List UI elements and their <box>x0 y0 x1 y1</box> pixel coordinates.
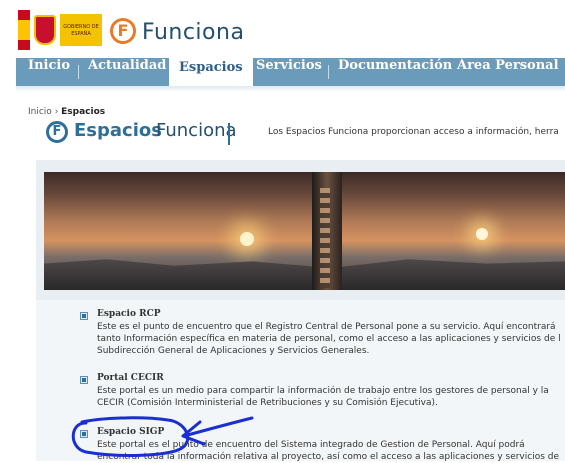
site-brand[interactable]: Funciona <box>142 20 244 45</box>
description-line: Este portal es el punto de encuentro del… <box>97 440 525 450</box>
description-line: encontrar toda la información relativa a… <box>97 452 560 462</box>
column-silhouette <box>312 172 342 290</box>
description-line: Este portal es un medio para compartir l… <box>97 386 549 396</box>
sunset-banner-image <box>44 172 565 290</box>
description: Este es el punto de encuentro que el Reg… <box>97 321 565 357</box>
description-line: tanto Información específica en materia … <box>97 334 561 344</box>
description-line: CECIR (Comisión Interministerial de Retr… <box>97 398 438 408</box>
spaces-list: Espacio RCP Este es el punto de encuentr… <box>36 300 565 463</box>
main-nav: Inicio Actualidad Espacios Servicios Doc… <box>16 57 565 90</box>
funciona-logo-icon[interactable]: F <box>110 18 136 44</box>
gobierno-logo[interactable]: GOBIERNO DE ESPAÑA <box>60 14 102 46</box>
link-portal-cecir[interactable]: Portal CECIR <box>97 373 164 383</box>
description: Este portal es un medio para compartir l… <box>97 385 565 409</box>
gov-label: GOBIERNO DE ESPAÑA <box>63 24 99 37</box>
nav-item-documentacion[interactable]: Documentación <box>338 58 452 86</box>
nav-item-actualidad[interactable]: Actualidad <box>88 58 166 86</box>
intro-text: Los Espacios Funciona proporcionan acces… <box>268 127 559 137</box>
breadcrumb-home[interactable]: Inicio <box>28 107 52 117</box>
hills-silhouette <box>44 259 565 290</box>
description-line: Este es el punto de encuentro que el Reg… <box>97 322 556 332</box>
logo-espacios: Espacios <box>74 120 162 141</box>
breadcrumb-current: Espacios <box>61 107 106 117</box>
bullet-icon <box>80 312 88 320</box>
logo-funciona: Funciona <box>156 120 237 141</box>
nav-item-inicio[interactable]: Inicio <box>28 58 70 86</box>
site-header: GOBIERNO DE ESPAÑA F Funciona <box>0 0 565 55</box>
espacios-funciona-logo: F Espacios Funciona <box>44 117 237 153</box>
link-espacio-sigp[interactable]: Espacio SIGP <box>97 427 164 437</box>
nav-item-area-personal[interactable]: Área Personal <box>457 58 559 86</box>
sun-left <box>240 232 254 246</box>
coat-of-arms-icon <box>34 15 56 45</box>
description-line: Subdirección General de Aplicaciones y S… <box>97 346 370 356</box>
breadcrumb: Inicio › Espacios <box>28 107 105 117</box>
nav-item-servicios[interactable]: Servicios <box>256 58 322 86</box>
nav-divider <box>78 65 79 79</box>
sun-right <box>476 228 488 240</box>
bullet-icon <box>80 376 88 384</box>
description: Este portal es el punto de encuentro del… <box>97 439 565 463</box>
banner-frame <box>36 160 565 300</box>
nav-divider <box>328 65 329 79</box>
bullet-icon <box>80 430 88 438</box>
funciona-f-icon: F <box>46 121 68 143</box>
breadcrumb-separator: › <box>51 107 62 117</box>
link-espacio-rcp[interactable]: Espacio RCP <box>97 309 161 319</box>
logo-divider <box>228 123 230 145</box>
spain-flag-icon <box>18 10 30 50</box>
nav-shadow <box>16 86 565 92</box>
